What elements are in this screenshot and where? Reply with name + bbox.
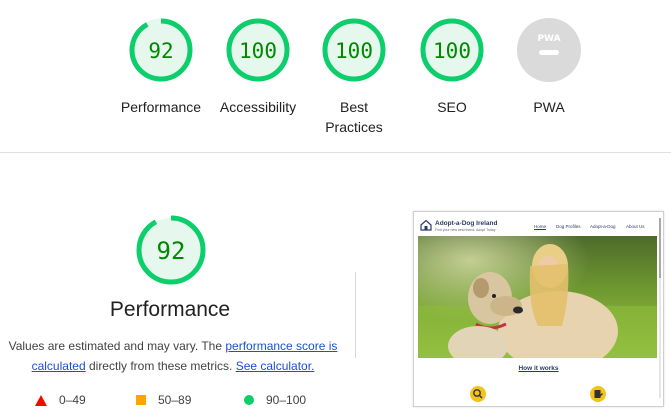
gauge-accessibility-label[interactable]: Accessibility <box>203 97 313 117</box>
thumbnail-hero-image <box>418 236 657 358</box>
thumbnail-header: Adopt-a-Dog Ireland Find your new best f… <box>414 212 663 238</box>
thumbnail-how-it-works: How it works <box>518 365 559 372</box>
gauge-seo-score: 100 <box>433 39 471 63</box>
square-icon <box>136 395 146 405</box>
vertical-divider <box>355 272 356 358</box>
legend-pass-range: 90–100 <box>266 393 307 407</box>
magnifier-icon <box>473 389 483 399</box>
thumbnail-search-icon <box>470 386 486 402</box>
gauge-performance[interactable]: 92 Performance <box>106 16 216 117</box>
triangle-icon <box>35 394 47 406</box>
gauge-performance-score: 92 <box>148 39 173 63</box>
legend-fail: 0–49 <box>35 393 86 407</box>
description-middle: directly from these metrics. <box>85 359 236 373</box>
gauge-pwa[interactable]: PWA PWA <box>494 16 604 117</box>
thumbnail-nav-home: Home <box>534 224 547 229</box>
pwa-badge-text: PWA <box>537 34 560 44</box>
dog-and-girl-photo <box>418 236 657 358</box>
thumbnail-nav-dog-profiles: Dog Profiles <box>556 224 581 229</box>
gauge-best-practices-label-line2: Practices <box>325 119 383 135</box>
score-legend: 0–49 50–89 90–100 <box>0 393 340 411</box>
document-pen-icon <box>594 390 603 398</box>
gauge-performance-label[interactable]: Performance <box>106 97 216 117</box>
gauge-pwa-badge: PWA <box>517 18 581 82</box>
gauge-best-practices[interactable]: 100 Best Practices <box>299 16 409 137</box>
section-divider <box>0 152 671 153</box>
legend-average: 50–89 <box>136 393 191 407</box>
legend-average-range: 50–89 <box>158 393 192 407</box>
thumbnail-scrollbar <box>659 218 661 398</box>
gauge-best-practices-score: 100 <box>335 39 373 63</box>
summary-gauges: 92 Performance 100 Accessibility 100 Bes… <box>0 0 671 152</box>
calculator-link[interactable]: See calculator. <box>236 359 315 373</box>
performance-heading: Performance <box>109 298 231 321</box>
gauge-accessibility-score: 100 <box>239 39 277 63</box>
thumbnail-scrollbar-thumb <box>659 218 661 278</box>
performance-description: Values are estimated and may vary. The p… <box>8 336 338 376</box>
performance-gauge-ring: 92 <box>136 215 206 285</box>
performance-score: 92 <box>157 237 186 265</box>
thumbnail-nav-about: About Us <box>626 224 645 229</box>
gauge-best-practices-label-line1: Best <box>339 99 368 115</box>
gauge-performance-ring: 92 <box>129 18 193 82</box>
description-prefix: Values are estimated and may vary. The <box>8 339 226 353</box>
pwa-dash-icon <box>539 50 559 55</box>
gauge-seo[interactable]: 100 SEO <box>397 16 507 117</box>
gauge-pwa-label[interactable]: PWA <box>494 97 604 117</box>
thumbnail-brand: Adopt-a-Dog Ireland <box>435 220 498 227</box>
legend-fail-range: 0–49 <box>59 393 86 407</box>
page-screenshot-thumbnail[interactable]: Adopt-a-Dog Ireland Find your new best f… <box>413 211 664 407</box>
gauge-seo-ring: 100 <box>420 18 484 82</box>
house-logo-icon <box>420 219 432 231</box>
gauge-accessibility-ring: 100 <box>226 18 290 82</box>
gauge-best-practices-ring: 100 <box>322 18 386 82</box>
legend-pass: 90–100 <box>244 393 306 407</box>
circle-icon <box>244 395 254 405</box>
performance-gauge-large: 92 <box>134 213 208 292</box>
gauge-best-practices-label[interactable]: Best Practices <box>299 97 409 137</box>
gauge-seo-label[interactable]: SEO <box>397 97 507 117</box>
thumbnail-form-icon <box>590 386 606 402</box>
gauge-accessibility[interactable]: 100 Accessibility <box>203 16 313 117</box>
thumbnail-nav-adopt: Adopt-a-Dog <box>590 224 616 229</box>
thumbnail-tagline: Find your new best friend. Adopt Today <box>435 228 496 232</box>
